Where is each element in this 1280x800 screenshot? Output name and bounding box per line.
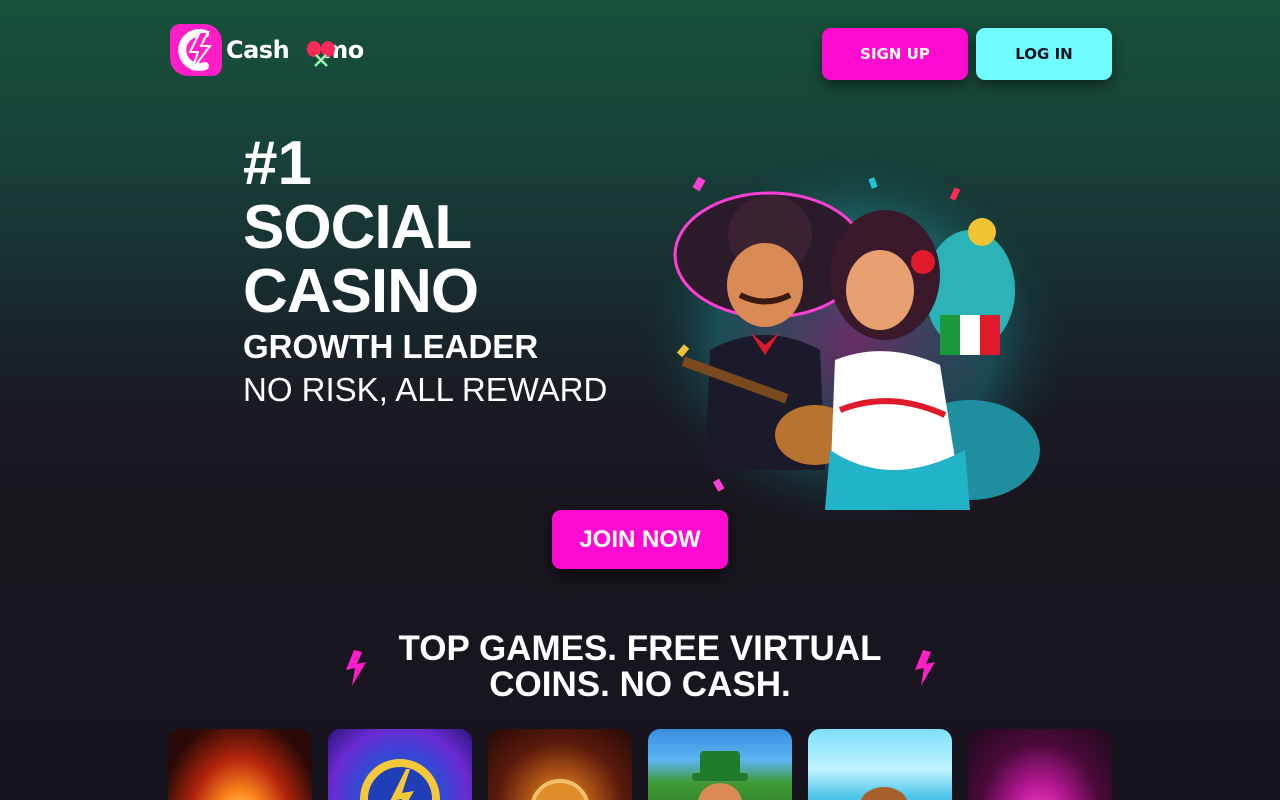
- games-title-line-2: COINS. NO CASH.: [489, 665, 791, 704]
- hero-line-casino: CASINO: [243, 257, 479, 326]
- lightning-bolt-icon: [915, 650, 935, 686]
- login-button[interactable]: LOG IN: [976, 28, 1112, 80]
- logo-wordmark: Cash mo: [226, 36, 364, 68]
- hero-subtitle: GROWTH LEADER: [243, 328, 539, 365]
- site-header: Cash mo SIGN UP LOG IN: [0, 0, 1280, 110]
- game-tile[interactable]: [328, 729, 472, 800]
- games-title-line-1: TOP GAMES. FREE VIRTUAL: [398, 629, 882, 668]
- game-tile[interactable]: [168, 729, 312, 800]
- game-tile[interactable]: [488, 729, 632, 800]
- hero-headline: #1 SOCIAL CASINO GROWTH LEADER NO RISK, …: [243, 132, 607, 412]
- game-tile[interactable]: [648, 729, 792, 800]
- maracas-icon: [307, 41, 335, 68]
- mariachi-couple-illustration: [640, 150, 1065, 530]
- hero-rank: #1: [243, 129, 312, 198]
- lightning-bolt-icon: [346, 650, 366, 686]
- logo-text-start: Cash: [226, 36, 290, 64]
- games-row: [168, 729, 1112, 800]
- cashmomo-logo-icon: [170, 24, 222, 76]
- games-section-title: TOP GAMES. FREE VIRTUAL COINS. NO CASH.: [390, 631, 890, 703]
- signup-button[interactable]: SIGN UP: [822, 28, 968, 80]
- hero-tagline: NO RISK, ALL REWARD: [243, 371, 608, 408]
- site-logo[interactable]: Cash mo: [170, 24, 364, 76]
- hero-line-social: SOCIAL: [243, 193, 472, 262]
- game-tile[interactable]: [808, 729, 952, 800]
- game-tile[interactable]: [968, 729, 1112, 800]
- join-now-button[interactable]: JOIN NOW: [552, 510, 728, 569]
